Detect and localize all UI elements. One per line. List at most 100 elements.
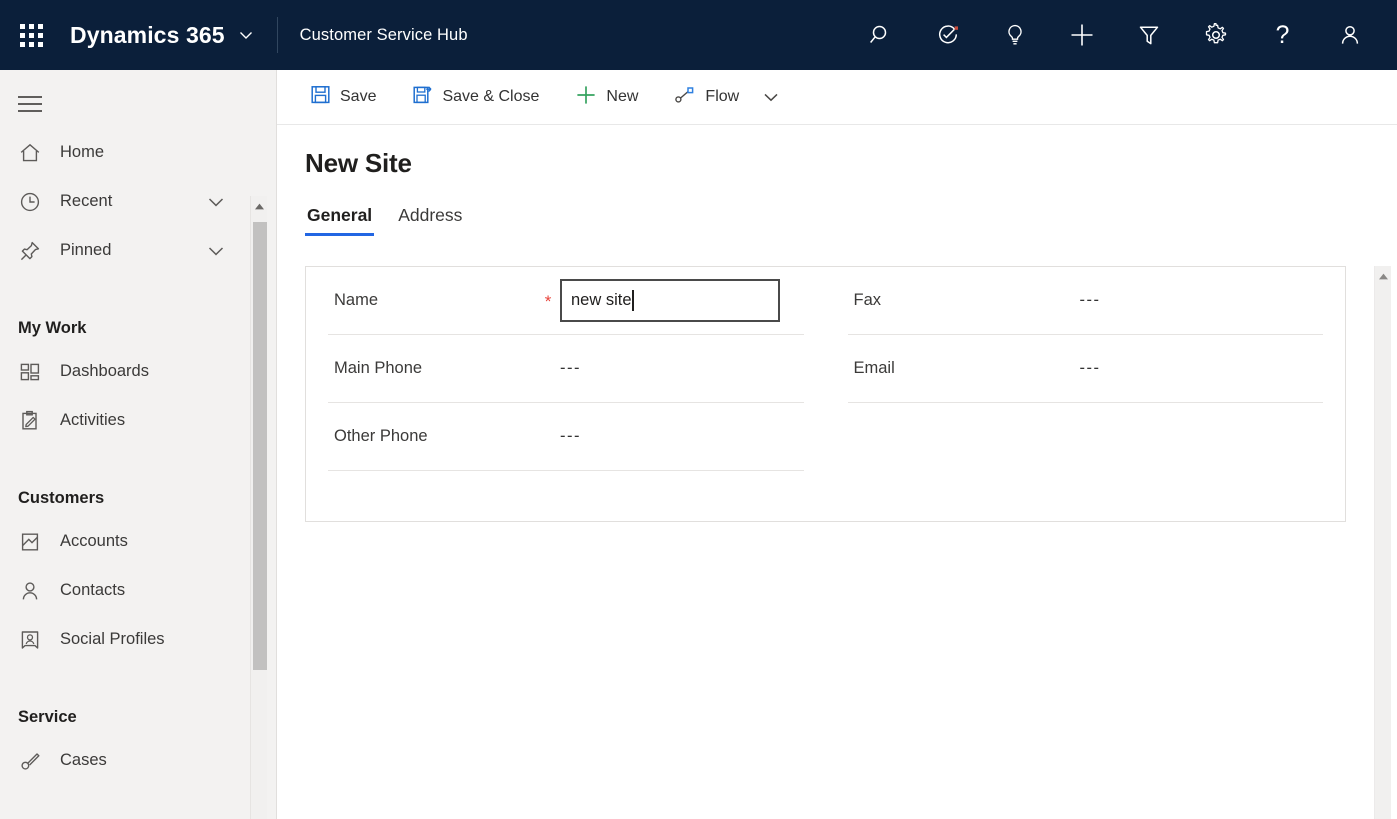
field-value-email[interactable]: --- <box>1080 359 1101 378</box>
required-indicator: * <box>536 291 560 310</box>
field-label-email: Email <box>848 359 1056 378</box>
gear-icon[interactable] <box>1182 0 1249 70</box>
help-icon[interactable]: ? <box>1249 0 1316 70</box>
plus-icon <box>575 84 597 111</box>
sidebar-item-activities[interactable]: Activities <box>0 396 255 445</box>
chevron-down-icon[interactable] <box>205 191 227 213</box>
save-and-close-label: Save & Close <box>442 88 539 106</box>
app-name: Customer Service Hub <box>300 26 468 45</box>
field-value-fax[interactable]: --- <box>1080 291 1101 310</box>
sidebar-group-service: Service <box>0 690 255 736</box>
hamburger-icon <box>18 96 42 112</box>
search-icon[interactable] <box>847 0 914 70</box>
nav-spacer <box>0 664 255 690</box>
top-navigation-bar: Dynamics 365 Customer Service Hub <box>0 0 1397 70</box>
filter-icon[interactable] <box>1115 0 1182 70</box>
text-cursor <box>632 290 634 311</box>
field-row-name: Name * <box>328 267 804 335</box>
new-button[interactable]: New <box>564 77 649 117</box>
form-tabs: General Address <box>305 205 464 236</box>
sidebar-item-label: Social Profiles <box>52 630 165 649</box>
field-row-main-phone: Main Phone --- <box>328 335 804 403</box>
form-column-right: Fax --- Email --- <box>826 267 1346 521</box>
sidebar-item-label: Home <box>52 143 104 162</box>
home-icon <box>18 141 52 165</box>
field-label-main-phone: Main Phone <box>328 359 536 378</box>
contacts-icon <box>18 579 52 603</box>
field-value-main-phone[interactable]: --- <box>560 359 581 378</box>
field-row-empty-right-2 <box>848 471 1324 539</box>
sidebar-item-label: Pinned <box>52 241 111 260</box>
chevron-down-icon <box>237 26 255 44</box>
sidebar-item-pinned[interactable]: Pinned <box>0 226 255 275</box>
field-label-name: Name <box>328 291 536 310</box>
command-bar: Save Save & Close New <box>277 70 1397 125</box>
topbar-divider <box>277 17 278 53</box>
required-spacer <box>536 436 560 438</box>
scroll-up-arrow-icon[interactable] <box>1375 268 1392 285</box>
save-icon <box>310 84 331 110</box>
new-label: New <box>606 88 638 106</box>
topbar-icon-group: ? <box>847 0 1397 70</box>
sidebar-item-label: Accounts <box>52 532 128 551</box>
save-button[interactable]: Save <box>299 77 387 117</box>
brand-name: Dynamics 365 <box>70 22 225 49</box>
chevron-down-icon[interactable] <box>205 240 227 262</box>
sidebar-group-my-work: My Work <box>0 301 255 347</box>
name-input[interactable] <box>560 279 780 322</box>
sidebar-item-recent[interactable]: Recent <box>0 177 255 226</box>
sidebar-item-dashboards[interactable]: Dashboards <box>0 347 255 396</box>
cases-icon <box>18 749 52 773</box>
name-input-wrapper <box>560 279 780 322</box>
form-card: Name * Main Phone --- Other Phone --- <box>305 266 1346 522</box>
main-content: New Site General Address Name * Main Pho… <box>277 125 1397 819</box>
command-overflow-chevron-down-icon[interactable] <box>754 77 788 117</box>
tab-general[interactable]: General <box>305 205 374 236</box>
brand-menu[interactable]: Dynamics 365 <box>62 22 255 49</box>
flow-button[interactable]: Flow <box>663 77 750 117</box>
flow-label: Flow <box>705 88 739 106</box>
sidebar-item-cases[interactable]: Cases <box>0 736 255 785</box>
field-row-fax: Fax --- <box>848 267 1324 335</box>
sidebar-nav-list: Home Recent <box>0 128 255 819</box>
sidebar-item-label: Activities <box>52 411 125 430</box>
field-label-fax: Fax <box>848 291 1056 310</box>
lightbulb-icon[interactable] <box>981 0 1048 70</box>
assistant-icon[interactable] <box>914 0 981 70</box>
form-column-left: Name * Main Phone --- Other Phone --- <box>306 267 826 521</box>
user-icon[interactable] <box>1316 0 1383 70</box>
sidebar-item-label: Contacts <box>52 581 125 600</box>
sidebar: Home Recent <box>0 70 277 819</box>
plus-icon[interactable] <box>1048 0 1115 70</box>
nav-spacer <box>0 275 255 301</box>
field-row-empty-left <box>328 471 804 539</box>
clock-icon <box>18 190 52 214</box>
flow-icon <box>674 84 696 111</box>
help-question-mark: ? <box>1276 23 1290 48</box>
scroll-up-arrow-icon[interactable] <box>251 198 268 215</box>
nav-spacer <box>0 445 255 471</box>
hamburger-menu-button[interactable] <box>0 76 60 132</box>
main-scrollbar[interactable] <box>1374 266 1391 819</box>
app-window: Dynamics 365 Customer Service Hub <box>0 0 1397 819</box>
field-value-other-phone[interactable]: --- <box>560 427 581 446</box>
sidebar-item-accounts[interactable]: Accounts <box>0 517 255 566</box>
waffle-icon <box>20 24 43 47</box>
field-row-other-phone: Other Phone --- <box>328 403 804 471</box>
save-close-icon <box>412 84 433 110</box>
sidebar-item-social-profiles[interactable]: Social Profiles <box>0 615 255 664</box>
sidebar-item-contacts[interactable]: Contacts <box>0 566 255 615</box>
required-spacer <box>536 368 560 370</box>
app-launcher-button[interactable] <box>0 0 62 70</box>
social-profile-icon <box>18 628 52 652</box>
activities-icon <box>18 409 52 433</box>
save-label: Save <box>340 88 376 106</box>
sidebar-item-label: Dashboards <box>52 362 149 381</box>
field-row-empty-right-1 <box>848 403 1324 471</box>
sidebar-scrollbar-thumb[interactable] <box>253 222 267 670</box>
sidebar-item-home[interactable]: Home <box>0 128 255 177</box>
sidebar-scrollbar[interactable] <box>250 196 267 819</box>
save-and-close-button[interactable]: Save & Close <box>401 77 550 117</box>
tab-address[interactable]: Address <box>396 205 464 236</box>
field-row-email: Email --- <box>848 335 1324 403</box>
